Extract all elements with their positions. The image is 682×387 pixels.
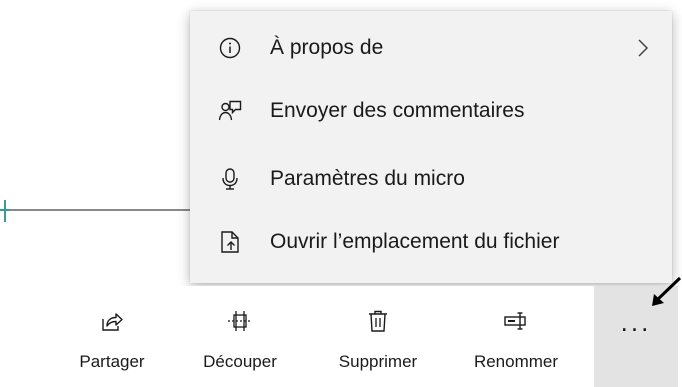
delete-label: Supprimer	[338, 352, 418, 371]
rename-button[interactable]: Renommer	[454, 286, 578, 387]
rename-icon	[503, 308, 529, 334]
annotation-arrow-icon	[652, 276, 682, 306]
menu-item-label: Ouvrir l’emplacement du fichier	[270, 230, 560, 253]
menu-item-label: Envoyer des commentaires	[270, 99, 525, 122]
command-bar: Partager Découper Supprimer Renommer	[0, 286, 682, 387]
more-icon: ...	[620, 307, 652, 337]
trim-icon	[227, 308, 253, 334]
menu-item-about[interactable]: À propos de	[190, 18, 672, 78]
open-file-location-icon	[218, 230, 242, 254]
share-icon	[99, 308, 125, 334]
trash-icon	[365, 308, 391, 334]
delete-button[interactable]: Supprimer	[316, 286, 440, 387]
menu-item-label: À propos de	[270, 36, 384, 59]
feedback-icon	[218, 99, 242, 123]
info-icon	[218, 36, 242, 60]
menu-item-send-feedback[interactable]: Envoyer des commentaires	[190, 81, 672, 141]
share-label: Partager	[79, 352, 145, 371]
chevron-right-icon	[634, 36, 652, 60]
microphone-icon	[218, 167, 242, 191]
timeline-playhead[interactable]	[4, 200, 6, 222]
menu-item-mic-settings[interactable]: Paramètres du micro	[190, 149, 672, 209]
share-button[interactable]: Partager	[62, 286, 162, 387]
menu-item-label: Paramètres du micro	[270, 167, 465, 190]
rename-label: Renommer	[473, 352, 559, 371]
menu-item-open-file-location[interactable]: Ouvrir l’emplacement du fichier	[190, 212, 672, 272]
trim-button[interactable]: Découper	[185, 286, 295, 387]
more-options-menu: À propos de Envoyer des commentaires Par…	[190, 11, 672, 283]
trim-label: Découper	[203, 352, 277, 371]
